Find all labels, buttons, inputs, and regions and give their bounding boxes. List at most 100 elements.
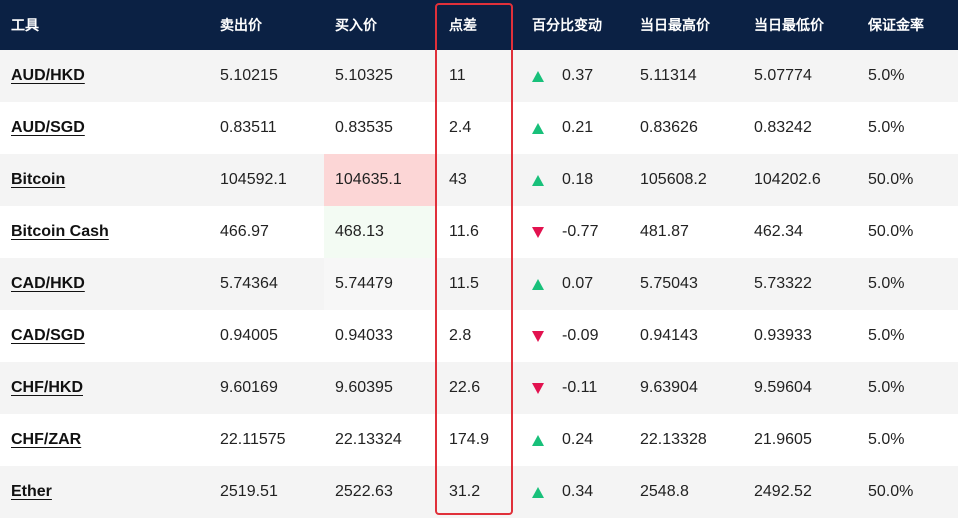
instrument-cell: CHF/ZAR <box>0 414 209 466</box>
pct-change-value: -0.77 <box>562 223 599 240</box>
margin-rate: 5.0% <box>868 379 905 396</box>
header-margin: 保证金率 <box>868 17 924 33</box>
instrument-link[interactable]: CHF/ZAR <box>11 431 81 449</box>
pct-change-value: 0.07 <box>562 275 594 292</box>
margin-rate: 5.0% <box>868 431 905 448</box>
spread-value: 11 <box>449 67 466 84</box>
instrument-link[interactable]: CAD/SGD <box>11 327 85 345</box>
sell-price: 466.97 <box>220 223 269 240</box>
pct-change-value: -0.09 <box>562 327 599 344</box>
table-row: CHF/HKD 9.60169 9.60395 22.6 -0.11 9.63904 9.5… <box>0 362 958 414</box>
triangle-up-icon <box>532 122 544 134</box>
triangle-down-icon <box>532 382 544 394</box>
spread-value: 2.4 <box>449 119 472 136</box>
pct-change-value: 0.18 <box>562 171 594 188</box>
table-row: CHF/ZAR 22.11575 22.13324 174.9 0.24 22.13328… <box>0 414 958 466</box>
pct-change-cell: 0.34 <box>524 466 638 518</box>
instrument-cell: AUD/HKD <box>0 50 209 102</box>
table-row: Bitcoin Cash 466.97 468.13 11.6 -0.77 481.87 4… <box>0 206 958 258</box>
sell-price: 0.83511 <box>220 119 277 136</box>
instrument-cell: Ether <box>0 466 209 518</box>
instrument-link[interactable]: CHF/HKD <box>11 379 83 397</box>
instrument-cell: CAD/SGD <box>0 310 209 362</box>
sell-price: 104592.1 <box>220 171 287 188</box>
header-pct-change: 百分比变动 <box>532 17 602 33</box>
day-low: 21.9605 <box>754 431 812 448</box>
day-high: 5.75043 <box>640 275 698 292</box>
table-row: CAD/SGD 0.94005 0.94033 2.8 -0.09 0.94143 0.93… <box>0 310 958 362</box>
pct-change-cell: 0.07 <box>524 258 638 310</box>
quotes-table: 工具 卖出价 买入价 点差 百分比变动 当日最高价 当日最低价 保证金率 AUD… <box>0 0 958 518</box>
day-high: 9.63904 <box>640 379 698 396</box>
triangle-up-icon <box>532 434 544 446</box>
pct-change-value: -0.11 <box>562 379 598 396</box>
day-low: 104202.6 <box>754 171 821 188</box>
spread-value: 174.9 <box>449 431 490 448</box>
buy-price: 5.74479 <box>324 258 437 310</box>
pct-change-cell: 0.24 <box>524 414 638 466</box>
instrument-link[interactable]: AUD/HKD <box>11 67 85 85</box>
spread-value: 2.8 <box>449 327 472 344</box>
table-header: 工具 卖出价 买入价 点差 百分比变动 当日最高价 当日最低价 保证金率 <box>0 0 958 50</box>
spread-value: 43 <box>449 171 467 188</box>
triangle-down-icon <box>532 226 544 238</box>
triangle-up-icon <box>532 486 544 498</box>
sell-price: 5.74364 <box>220 275 278 292</box>
header-sell: 卖出价 <box>220 17 262 33</box>
buy-price: 468.13 <box>324 206 437 258</box>
day-high: 5.11314 <box>640 67 697 84</box>
day-low: 5.73322 <box>754 275 812 292</box>
day-high: 481.87 <box>640 223 689 240</box>
buy-price: 5.10325 <box>335 67 393 84</box>
day-low: 2492.52 <box>754 483 812 500</box>
spread-value: 22.6 <box>449 379 481 396</box>
triangle-up-icon <box>532 174 544 186</box>
header-buy: 买入价 <box>335 17 377 33</box>
day-low: 0.83242 <box>754 119 812 136</box>
instrument-link[interactable]: AUD/SGD <box>11 119 85 137</box>
instrument-cell: CAD/HKD <box>0 258 209 310</box>
sell-price: 2519.51 <box>220 483 278 500</box>
pct-change-cell: 0.21 <box>524 102 638 154</box>
pct-change-cell: -0.77 <box>524 206 638 258</box>
sell-price: 9.60169 <box>220 379 278 396</box>
sell-price: 5.10215 <box>220 67 278 84</box>
instrument-link[interactable]: Bitcoin Cash <box>11 223 109 241</box>
sell-price: 0.94005 <box>220 327 278 344</box>
instrument-link[interactable]: CAD/HKD <box>11 275 85 293</box>
instrument-cell: Bitcoin <box>0 154 209 206</box>
pct-change-value: 0.37 <box>562 67 594 84</box>
triangle-up-icon <box>532 278 544 290</box>
pct-change-cell: 0.18 <box>524 154 638 206</box>
day-low: 9.59604 <box>754 379 812 396</box>
table-row: CAD/HKD 5.74364 5.74479 11.5 0.07 5.75043 5.73… <box>0 258 958 310</box>
instrument-link[interactable]: Ether <box>11 483 52 501</box>
header-instrument: 工具 <box>11 17 39 33</box>
margin-rate: 5.0% <box>868 327 905 344</box>
header-low: 当日最低价 <box>754 17 824 33</box>
day-high: 2548.8 <box>640 483 689 500</box>
day-high: 0.83626 <box>640 119 698 136</box>
margin-rate: 5.0% <box>868 119 905 136</box>
triangle-up-icon <box>532 70 544 82</box>
day-low: 0.93933 <box>754 327 812 344</box>
instrument-cell: AUD/SGD <box>0 102 209 154</box>
day-high: 105608.2 <box>640 171 707 188</box>
table-body: AUD/HKD 5.10215 5.10325 11 0.37 5.11314 5.0777… <box>0 50 958 518</box>
pct-change-value: 0.21 <box>562 119 594 136</box>
table-row: AUD/SGD 0.83511 0.83535 2.4 0.21 0.83626 0.832… <box>0 102 958 154</box>
margin-rate: 50.0% <box>868 483 914 500</box>
triangle-down-icon <box>532 330 544 342</box>
margin-rate: 50.0% <box>868 171 914 188</box>
table-row: Bitcoin 104592.1 104635.1 43 0.18 105608.2 104… <box>0 154 958 206</box>
margin-rate: 50.0% <box>868 223 914 240</box>
pct-change-cell: -0.11 <box>524 362 638 414</box>
buy-price: 0.94033 <box>335 327 393 344</box>
pct-change-cell: 0.37 <box>524 50 638 102</box>
spread-value: 11.5 <box>449 275 479 292</box>
margin-rate: 5.0% <box>868 67 905 84</box>
margin-rate: 5.0% <box>868 275 905 292</box>
day-high: 22.13328 <box>640 431 707 448</box>
buy-price: 9.60395 <box>335 379 393 396</box>
instrument-link[interactable]: Bitcoin <box>11 171 65 189</box>
